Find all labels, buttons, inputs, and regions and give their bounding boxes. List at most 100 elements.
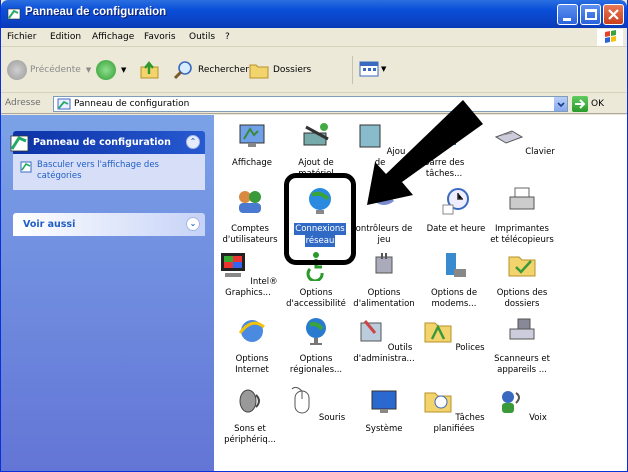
menu-favoris[interactable]: Favoris	[144, 32, 176, 42]
display-icon	[239, 124, 265, 147]
game-controllers-icon	[374, 195, 394, 205]
folder-options-icon	[508, 256, 536, 277]
item-affichage[interactable]: Affichage	[220, 119, 284, 169]
window-title: Panneau de configuration	[25, 6, 167, 18]
fonts-icon	[424, 322, 452, 343]
item-voix[interactable]: Voix	[490, 385, 554, 424]
go-label: OK	[591, 99, 604, 109]
views-button[interactable]: ▼	[359, 60, 386, 78]
switch-view-icon	[20, 161, 32, 173]
item-date-heure[interactable]: Date et heure	[424, 185, 488, 235]
item-options-internet[interactable]: Options Internet	[220, 315, 284, 375]
item-imprimantes[interactable]: Imprimantes et télécopieurs	[490, 185, 554, 245]
control-panel-icon	[7, 8, 21, 20]
maximize-button[interactable]	[580, 4, 601, 25]
items-view: Affichage Ajout de matériel Ajou de Barre …	[214, 115, 627, 471]
address-dropdown-button[interactable]	[553, 97, 567, 111]
chevron-down-icon	[557, 102, 565, 108]
item-sons-peripheriques[interactable]: Sons et périphériq...	[218, 385, 282, 445]
panel-title: Panneau de configuration	[33, 137, 171, 148]
item-systeme[interactable]: Système	[352, 385, 416, 435]
control-panel-icon	[57, 98, 71, 110]
item-taches-planifiees[interactable]: Tâches planifiées	[422, 385, 486, 434]
back-arrow-icon	[7, 60, 27, 80]
up-folder-icon	[140, 61, 159, 79]
control-panel-window: Panneau de configuration Fichier Edition…	[0, 0, 628, 472]
item-controleurs-jeu[interactable]: ontrôleurs de jeu	[352, 185, 416, 245]
folders-label: Dossiers	[273, 65, 312, 75]
item-scanneurs-appareils[interactable]: Scanneurs et appareils ...	[490, 315, 554, 375]
item-options-regionales[interactable]: Options régionales...	[284, 315, 348, 375]
item-clavier[interactable]: Clavier	[492, 119, 556, 158]
admin-tools-icon	[360, 320, 382, 342]
go-button[interactable]: OK	[572, 96, 604, 112]
minimize-button[interactable]	[557, 4, 578, 25]
printers-icon	[509, 187, 535, 210]
menu-bar: Fichier Edition Affichage Favoris Outils…	[1, 28, 627, 47]
scanners-cameras-icon	[509, 318, 535, 340]
panel-body: Basculer vers l'affichage des catégories	[13, 154, 205, 190]
item-options-modems[interactable]: Options de modems...	[422, 249, 486, 309]
speech-icon	[502, 391, 521, 413]
close-button[interactable]	[603, 4, 624, 25]
address-value: Panneau de configuration	[74, 99, 190, 109]
address-label: Adresse	[5, 98, 41, 108]
switch-category-view-link[interactable]: Basculer vers l'affichage des catégories	[37, 160, 159, 181]
back-button[interactable]: Précédente ▼	[7, 60, 91, 80]
sounds-icon	[239, 389, 260, 413]
folders-button[interactable]: Dossiers	[248, 60, 311, 80]
expand-icon[interactable]: ⌄	[186, 217, 200, 231]
search-icon	[173, 61, 192, 80]
forward-arrow-icon	[96, 60, 116, 80]
control-panel-icon	[10, 135, 29, 151]
folders-icon	[249, 64, 269, 79]
see-also-panel-header[interactable]: Voir aussi ⌄	[13, 213, 205, 236]
address-bar: Adresse Panneau de configuration OK	[1, 94, 627, 114]
address-field[interactable]: Panneau de configuration	[53, 96, 568, 112]
windows-logo-icon	[597, 29, 623, 46]
highlight-frame	[284, 173, 356, 265]
item-souris[interactable]: Souris	[284, 385, 348, 424]
control-panel-panel-header[interactable]: Panneau de configuration ⌃	[10, 131, 205, 154]
menu-fichier[interactable]: Fichier	[7, 32, 36, 42]
keyboard-icon	[495, 130, 524, 144]
menu-outils[interactable]: Outils	[189, 32, 215, 42]
mouse-icon	[291, 386, 310, 414]
item-polices[interactable]: Polices	[422, 315, 486, 354]
item-options-alimentation[interactable]: Options d'alimentation	[352, 249, 416, 309]
intel-graphics-icon	[221, 253, 246, 277]
user-accounts-icon	[239, 191, 261, 213]
views-icon	[359, 61, 379, 77]
item-comptes-utilisateurs[interactable]: Comptes d'utilisateurs	[218, 185, 282, 245]
search-button[interactable]: Rechercher	[173, 60, 249, 80]
add-remove-programs-icon	[359, 124, 381, 148]
item-ajout-suppression[interactable]: Ajou de	[348, 119, 412, 168]
back-label: Précédente	[30, 65, 81, 75]
phone-modem-icon	[446, 253, 466, 277]
menu-edition[interactable]: Edition	[50, 32, 81, 42]
search-label: Rechercher	[198, 65, 249, 75]
forward-button[interactable]: ▼	[96, 60, 126, 80]
date-time-icon	[442, 188, 469, 215]
item-outils-administration[interactable]: Outils d'administra...	[352, 315, 416, 364]
power-options-icon	[375, 253, 393, 274]
taskbar-icon	[432, 139, 456, 145]
collapse-icon[interactable]: ⌃	[186, 135, 200, 149]
system-icon	[371, 390, 397, 413]
close-icon	[608, 9, 619, 20]
toolbar: Précédente ▼ ▼ Rechercher Dossiers ▼	[1, 48, 627, 93]
item-ajout-materiel[interactable]: Ajout de matériel	[284, 119, 348, 179]
panel-title: Voir aussi	[23, 219, 76, 230]
scheduled-tasks-icon	[424, 392, 452, 413]
item-intel-graphics[interactable]: Intel® Graphics...	[216, 249, 280, 298]
menu-affichage[interactable]: Affichage	[92, 32, 134, 42]
go-arrow-icon	[572, 96, 588, 112]
add-hardware-icon	[303, 123, 329, 146]
item-options-dossiers[interactable]: Options des dossiers	[490, 249, 554, 309]
item-barre-taches[interactable]: Barre des tâches...	[412, 119, 476, 179]
title-bar[interactable]: Panneau de configuration	[1, 0, 627, 28]
regional-options-icon	[306, 318, 326, 345]
up-folder-button[interactable]	[139, 60, 161, 80]
menu-help[interactable]: ?	[225, 32, 230, 42]
task-pane: Panneau de configuration ⌃ Basculer vers…	[1, 115, 214, 471]
